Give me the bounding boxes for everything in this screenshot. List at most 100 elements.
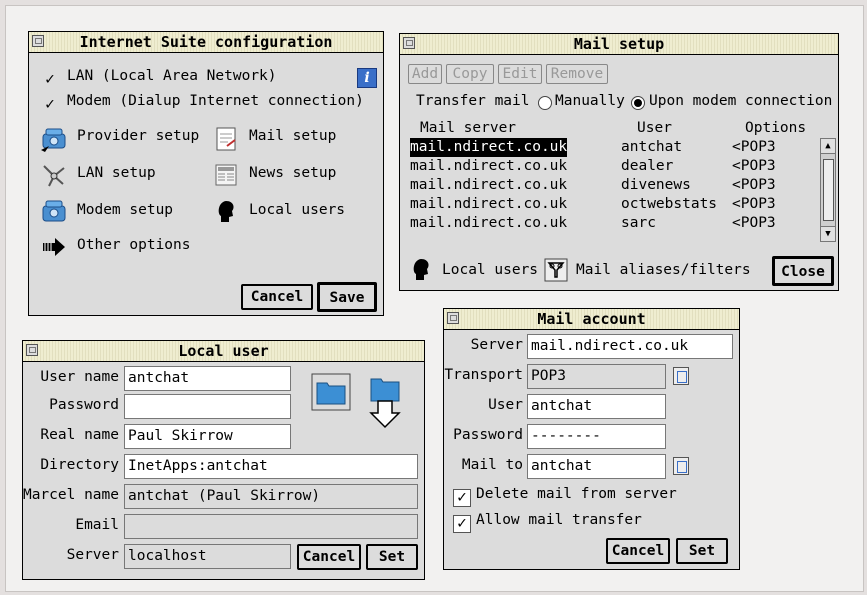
remove-button[interactable]: Remove: [546, 64, 608, 84]
transfer-mail-label: Transfer mail: [416, 93, 530, 109]
marcel-name-label: Marcel name: [22, 487, 119, 503]
scroll-thumb[interactable]: [823, 159, 834, 221]
upon-modem-radio[interactable]: [631, 96, 645, 110]
set-button[interactable]: Set: [676, 538, 728, 564]
user-name-label: User name: [40, 369, 119, 385]
password-field[interactable]: [124, 394, 291, 419]
cell-user: sarc: [621, 215, 656, 231]
directory-field[interactable]: InetApps:antchat: [124, 454, 418, 479]
user-field[interactable]: antchat: [527, 394, 666, 419]
column-header-user: User: [637, 120, 672, 136]
table-row[interactable]: mail.ndirect.co.uk: [410, 195, 567, 214]
window-back-icon[interactable]: [447, 312, 459, 324]
server-field[interactable]: mail.ndirect.co.uk: [527, 334, 733, 359]
save-button[interactable]: Save: [317, 282, 377, 312]
cell-options: <POP3: [732, 139, 776, 155]
cell-options: <POP3: [732, 196, 776, 212]
window-title: Internet Suite configuration: [79, 33, 333, 51]
cancel-button[interactable]: Cancel: [606, 538, 670, 564]
manually-radio[interactable]: [538, 96, 552, 110]
provider-setup-label: Provider setup: [77, 128, 200, 144]
server-label: Server: [470, 337, 523, 353]
column-header-options: Options: [745, 120, 807, 136]
allow-transfer-label: Allow mail transfer: [476, 512, 642, 528]
modem-setup-label: Modem setup: [77, 202, 174, 218]
mail-aliases-label: Mail aliases/filters: [576, 262, 751, 278]
real-name-field[interactable]: Paul Skirrow: [124, 424, 291, 449]
password-field[interactable]: --------: [527, 424, 666, 449]
user-label: User: [488, 397, 523, 413]
window-title: Mail account: [537, 310, 646, 328]
cell-user: dealer: [621, 158, 674, 174]
cancel-button[interactable]: Cancel: [241, 284, 313, 310]
folder-download-icon[interactable]: [367, 373, 403, 429]
delete-mail-label: Delete mail from server: [476, 486, 677, 502]
cell-server: mail.ndirect.co.uk: [410, 139, 568, 155]
scroll-down-arrow[interactable]: ▼: [821, 226, 835, 241]
window-back-icon[interactable]: [403, 37, 415, 49]
cell-options: <POP3: [732, 215, 776, 231]
cell-options: <POP3: [732, 177, 776, 193]
table-row[interactable]: mail.ndirect.co.uk: [410, 176, 567, 195]
marcel-name-field: antchat (Paul Skirrow): [124, 484, 418, 509]
news-setup-label: News setup: [249, 165, 337, 181]
password-label: Password: [453, 427, 523, 443]
arrow-right-icon: [43, 238, 65, 256]
modem-checkbox[interactable]: ✓: [43, 96, 57, 112]
real-name-label: Real name: [40, 427, 119, 443]
mail-setup-window: Mail setup Add Copy Edit Remove Transfer…: [399, 33, 839, 291]
transport-menu-icon[interactable]: [673, 367, 689, 385]
internet-suite-window: Internet Suite configuration ✓ LAN (Loca…: [28, 31, 384, 316]
close-button[interactable]: Close: [772, 256, 834, 286]
email-label: Email: [75, 517, 119, 533]
mail-setup-titlebar[interactable]: Mail setup: [400, 34, 838, 55]
info-icon[interactable]: i: [357, 68, 377, 88]
filter-icon: [544, 258, 568, 282]
modem-label: Modem (Dialup Internet connection): [67, 93, 364, 109]
mail-to-field[interactable]: antchat: [527, 454, 666, 479]
allow-transfer-checkbox[interactable]: ✓: [453, 515, 471, 533]
table-row[interactable]: mail.ndirect.co.uk: [410, 138, 568, 157]
manually-label: Manually: [555, 93, 625, 109]
add-button[interactable]: Add: [408, 64, 442, 84]
network-icon: [43, 165, 65, 187]
vertical-scrollbar[interactable]: ▲ ▼: [820, 138, 836, 242]
window-title: Mail setup: [573, 35, 665, 53]
set-button[interactable]: Set: [366, 544, 418, 570]
email-field: [124, 514, 418, 539]
table-row[interactable]: mail.ndirect.co.uk: [410, 157, 567, 176]
window-back-icon[interactable]: [32, 35, 44, 47]
scroll-up-arrow[interactable]: ▲: [821, 139, 835, 154]
local-users-label: Local users: [249, 202, 346, 218]
cancel-button[interactable]: Cancel: [297, 544, 361, 570]
cell-user: octwebstats: [621, 196, 718, 212]
cell-user: antchat: [621, 139, 683, 155]
mail-account-titlebar[interactable]: Mail account: [444, 309, 739, 330]
other-options-label: Other options: [77, 237, 191, 253]
upon-modem-label: Upon modem connection: [649, 93, 833, 109]
cell-options: <POP3: [732, 158, 776, 174]
window-title: Local user: [178, 342, 269, 360]
transport-field: POP3: [527, 364, 666, 389]
user-head-icon: [413, 259, 429, 280]
local-user-titlebar[interactable]: Local user: [23, 341, 424, 362]
cell-user: divenews: [621, 177, 691, 193]
folder-icon[interactable]: [311, 373, 351, 411]
directory-label: Directory: [40, 457, 119, 473]
password-label: Password: [49, 397, 119, 413]
user-name-field[interactable]: antchat: [124, 366, 291, 391]
server-label: Server: [66, 547, 119, 563]
user-head-icon: [218, 201, 234, 222]
lan-checkbox[interactable]: ✓: [43, 71, 57, 87]
internet-suite-titlebar[interactable]: Internet Suite configuration: [29, 32, 383, 53]
modem-telephone-icon: [42, 200, 66, 222]
copy-button[interactable]: Copy: [446, 64, 494, 84]
mail-setup-label: Mail setup: [249, 128, 337, 144]
delete-mail-checkbox[interactable]: ✓: [453, 489, 471, 507]
table-row[interactable]: mail.ndirect.co.uk: [410, 214, 567, 233]
mail-account-window: Mail account Server mail.ndirect.co.uk T…: [443, 308, 740, 570]
window-back-icon[interactable]: [26, 344, 38, 356]
mail-to-menu-icon[interactable]: [673, 457, 689, 475]
edit-button[interactable]: Edit: [498, 64, 542, 84]
mail-page-icon: [216, 127, 236, 151]
